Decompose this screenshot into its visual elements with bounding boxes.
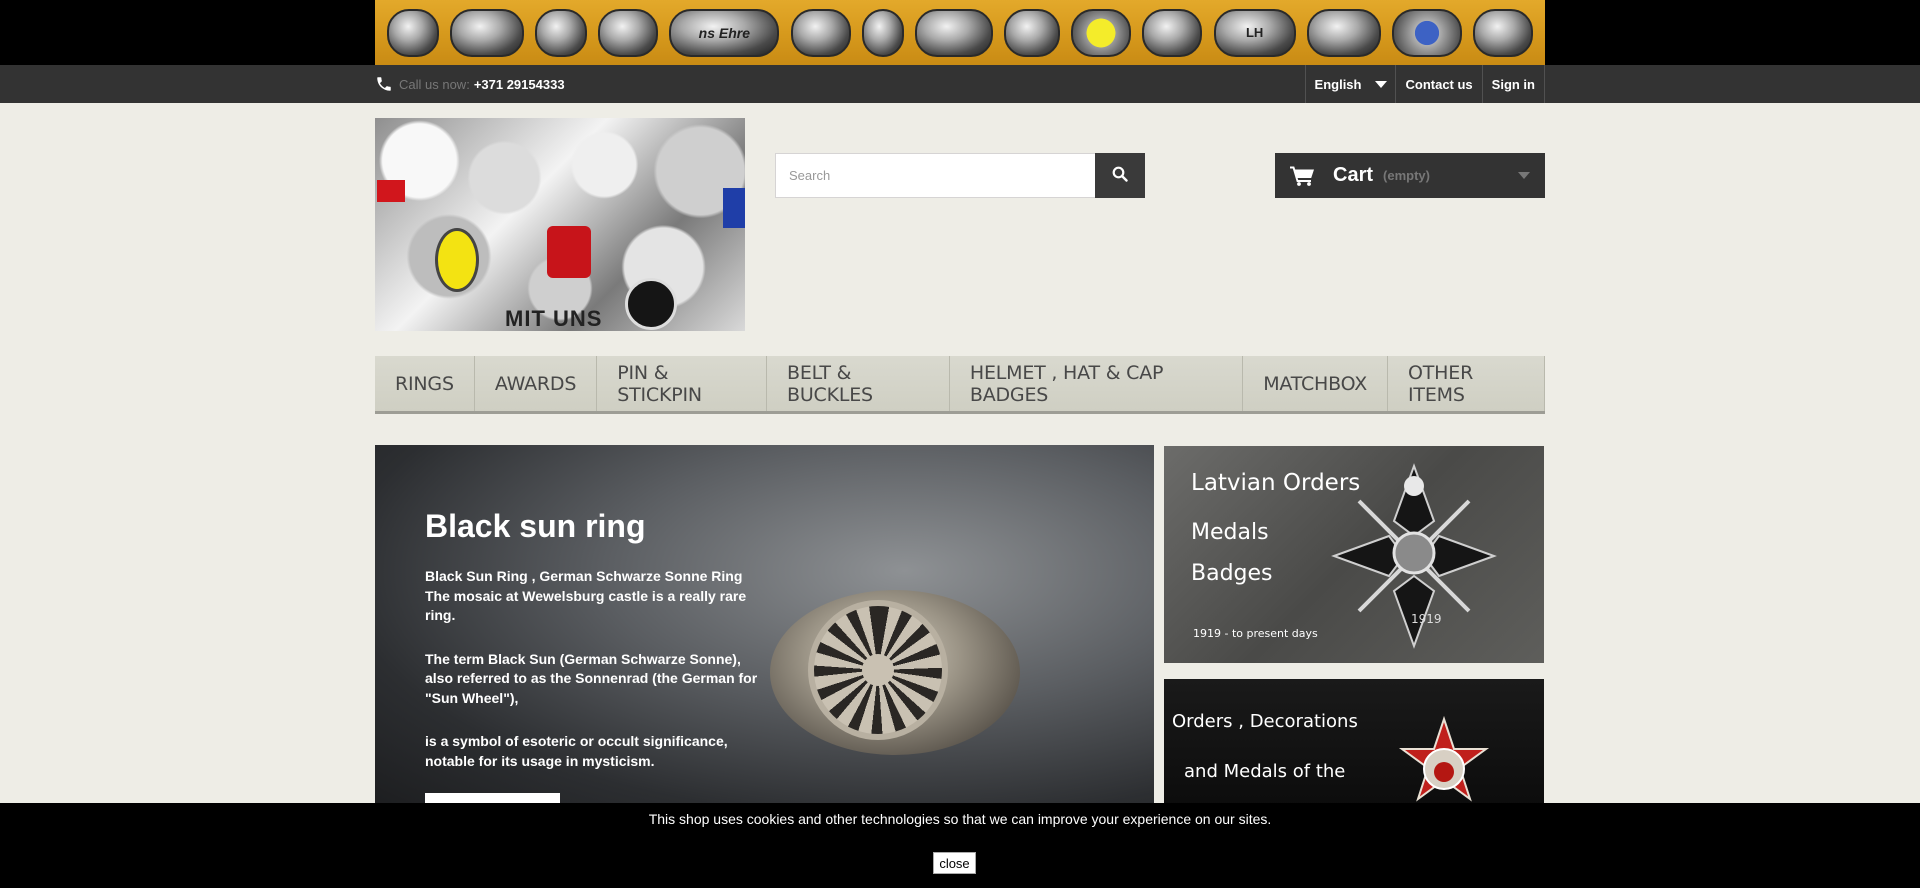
sign-in-link[interactable]: Sign in: [1481, 65, 1545, 103]
banner-ring-image: LH: [1213, 8, 1296, 57]
phone-icon: [375, 75, 393, 93]
slider-paragraph: Black Sun Ring , German Schwarze Sonne R…: [425, 568, 747, 623]
menu-item-belt-buckles[interactable]: Belt & Buckles: [767, 356, 950, 411]
logo-detail: [377, 180, 405, 202]
topbar: Call us now: +371 29154333 English Conta…: [375, 65, 1545, 103]
search-input[interactable]: [776, 154, 1095, 197]
language-label: English: [1314, 76, 1362, 92]
banner-ring-engraving: ns Ehre: [698, 24, 751, 41]
banner-ring-engraving: LH: [1245, 25, 1264, 40]
red-star-order-icon: [1398, 715, 1490, 802]
banner-ring-image: [449, 8, 524, 57]
banner-ring-image: [1306, 8, 1381, 57]
logo-detail: [547, 226, 591, 278]
logo-detail: [625, 278, 677, 330]
chevron-down-icon: [1518, 172, 1530, 179]
search-form: [775, 153, 1145, 198]
slider-ring-image: [770, 590, 1020, 755]
cart-title: Cart: [1333, 164, 1374, 186]
banner-ring-image: [914, 8, 993, 57]
banner-caption: 1919 - to present days: [1193, 627, 1318, 640]
menu-item-matchbox[interactable]: Matchbox: [1243, 356, 1389, 411]
top-banner[interactable]: ns Ehre LH: [375, 0, 1545, 65]
cookie-notice: This shop uses cookies and other technol…: [0, 803, 1920, 888]
logo-detail: [723, 188, 745, 228]
shop-logo[interactable]: MIT UNS: [375, 118, 745, 331]
search-button[interactable]: [1095, 153, 1145, 198]
call-us-label: Call us now:: [399, 76, 470, 92]
menu-item-awards[interactable]: Awards: [475, 356, 598, 411]
banner-ring-image: [1071, 8, 1132, 57]
banner-heading: Orders , Decorations: [1172, 711, 1358, 732]
logo-engraving: MIT UNS: [505, 306, 603, 331]
contact-us-link[interactable]: Contact us: [1395, 65, 1481, 103]
cart-status: (empty): [1383, 168, 1430, 183]
language-selector[interactable]: English: [1304, 65, 1396, 103]
slider-paragraph: The term Black Sun (German Schwarze Sonn…: [425, 650, 758, 706]
cookie-close-button[interactable]: close: [933, 852, 976, 874]
phone-number[interactable]: +371 29154333: [474, 77, 565, 92]
main-menu: Rings Awards Pin & Stickpin Belt & Buckl…: [375, 356, 1545, 414]
cookie-message: This shop uses cookies and other technol…: [648, 811, 1272, 827]
menu-item-helmet-badges[interactable]: Helmet , Hat & Cap badges: [950, 356, 1244, 411]
banner-ring-image: [534, 8, 587, 57]
menu-item-other-items[interactable]: Other items: [1388, 356, 1545, 411]
slider-paragraph: is a symbol of esoteric or occult signif…: [425, 733, 728, 769]
banner-ring-image: [1004, 8, 1061, 57]
banner-ring-image: [790, 8, 851, 57]
banner-line: and Medals of the: [1184, 761, 1346, 782]
search-icon: [1112, 166, 1128, 185]
soviet-orders-banner[interactable]: Orders , Decorations and Medals of the: [1164, 679, 1544, 809]
cart-button[interactable]: Cart (empty): [1275, 153, 1545, 198]
black-sun-icon: [808, 600, 948, 740]
badge-year: 1919: [1411, 612, 1442, 626]
menu-item-rings[interactable]: Rings: [375, 356, 475, 411]
banner-ring-image: [1392, 8, 1463, 57]
shopping-cart-icon: [1290, 165, 1315, 186]
banner-ring-image: [598, 8, 659, 57]
banner-line: Badges: [1191, 561, 1273, 586]
topbar-links: English Contact us Sign in: [1304, 65, 1545, 103]
slider-description: Black Sun Ring , German Schwarze Sonne R…: [425, 567, 770, 795]
home-slider[interactable]: Black sun ring Black Sun Ring , German S…: [375, 445, 1154, 805]
banner-ring-image: [386, 8, 439, 57]
banner-ring-image: ns Ehre: [669, 8, 780, 57]
banner-ring-image: [861, 8, 904, 57]
latvian-orders-banner[interactable]: Latvian Orders Medals Badges 1919 - to p…: [1164, 446, 1544, 663]
logo-detail: [435, 228, 479, 292]
menu-item-pin-stickpin[interactable]: Pin & Stickpin: [597, 356, 767, 411]
banner-ring-image: [1473, 8, 1534, 57]
banner-ring-image: [1142, 8, 1203, 57]
order-cross-icon: 1919: [1331, 463, 1497, 649]
slider-title: Black sun ring: [425, 508, 646, 544]
chevron-down-icon: [1375, 80, 1388, 88]
banner-line: Medals: [1191, 520, 1269, 545]
